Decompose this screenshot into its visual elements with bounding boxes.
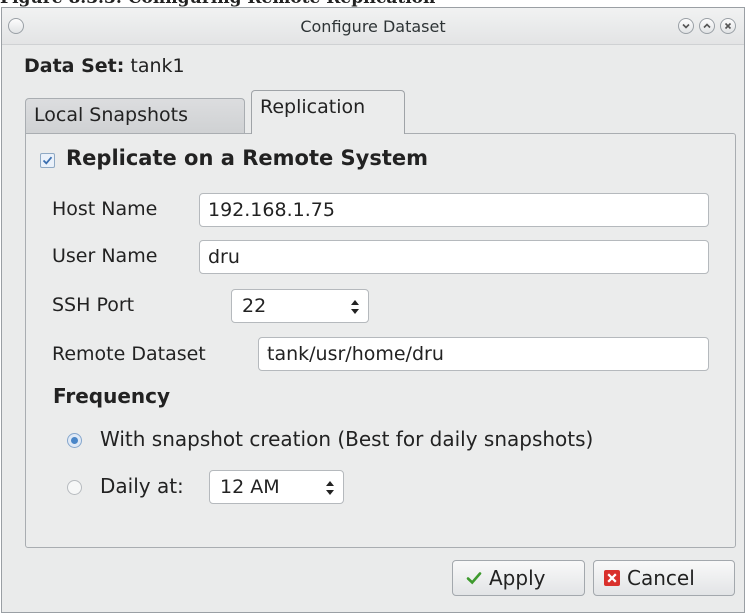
dataset-row: Data Set: tank1 (24, 55, 185, 77)
window-title: Configure Dataset (300, 17, 446, 36)
user-name-label: User Name (52, 245, 158, 267)
cancel-button-label: Cancel (627, 566, 695, 590)
checkmark-icon (42, 156, 53, 165)
host-name-label: Host Name (52, 198, 158, 220)
ssh-port-label: SSH Port (52, 294, 135, 316)
tab-local-snapshots[interactable]: Local Snapshots (25, 98, 245, 134)
daily-at-radio[interactable] (67, 480, 82, 495)
frequency-heading: Frequency (53, 384, 171, 408)
checkmark-icon (466, 572, 482, 585)
close-icon (724, 22, 732, 30)
ssh-port-value: 22 (242, 295, 267, 317)
remote-dataset-label: Remote Dataset (52, 343, 206, 365)
daily-time-value: 12 AM (220, 476, 280, 498)
daily-at-label: Daily at: (100, 474, 184, 498)
snapshot-creation-radio[interactable] (67, 433, 82, 448)
snapshot-creation-label: With snapshot creation (Best for daily s… (100, 427, 594, 451)
replicate-checkbox[interactable] (40, 153, 55, 168)
replicate-checkbox-label: Replicate on a Remote System (66, 146, 429, 170)
chevron-up-icon (703, 23, 711, 29)
dataset-label: Data Set: (24, 55, 125, 77)
chevron-down-icon (682, 23, 690, 29)
dataset-value: tank1 (130, 55, 185, 77)
ssh-port-spinbox[interactable]: 22 (231, 289, 369, 323)
apply-button-label: Apply (489, 566, 546, 590)
close-button[interactable] (720, 18, 736, 34)
spin-arrows-icon[interactable] (350, 298, 360, 316)
tab-replication[interactable]: Replication (251, 90, 405, 134)
host-name-field[interactable]: 192.168.1.75 (199, 193, 709, 227)
minimize-button[interactable] (678, 18, 694, 34)
spin-arrows-icon[interactable] (325, 479, 335, 497)
cancel-button[interactable]: Cancel (593, 560, 735, 596)
user-name-field[interactable]: dru (199, 240, 709, 274)
maximize-button[interactable] (699, 18, 715, 34)
daily-time-spinbox[interactable]: 12 AM (209, 470, 344, 504)
titlebar: Configure Dataset (2, 8, 744, 45)
cancel-icon (604, 570, 620, 586)
remote-dataset-field[interactable]: tank/usr/home/dru (258, 337, 709, 371)
apply-button[interactable]: Apply (452, 560, 585, 596)
